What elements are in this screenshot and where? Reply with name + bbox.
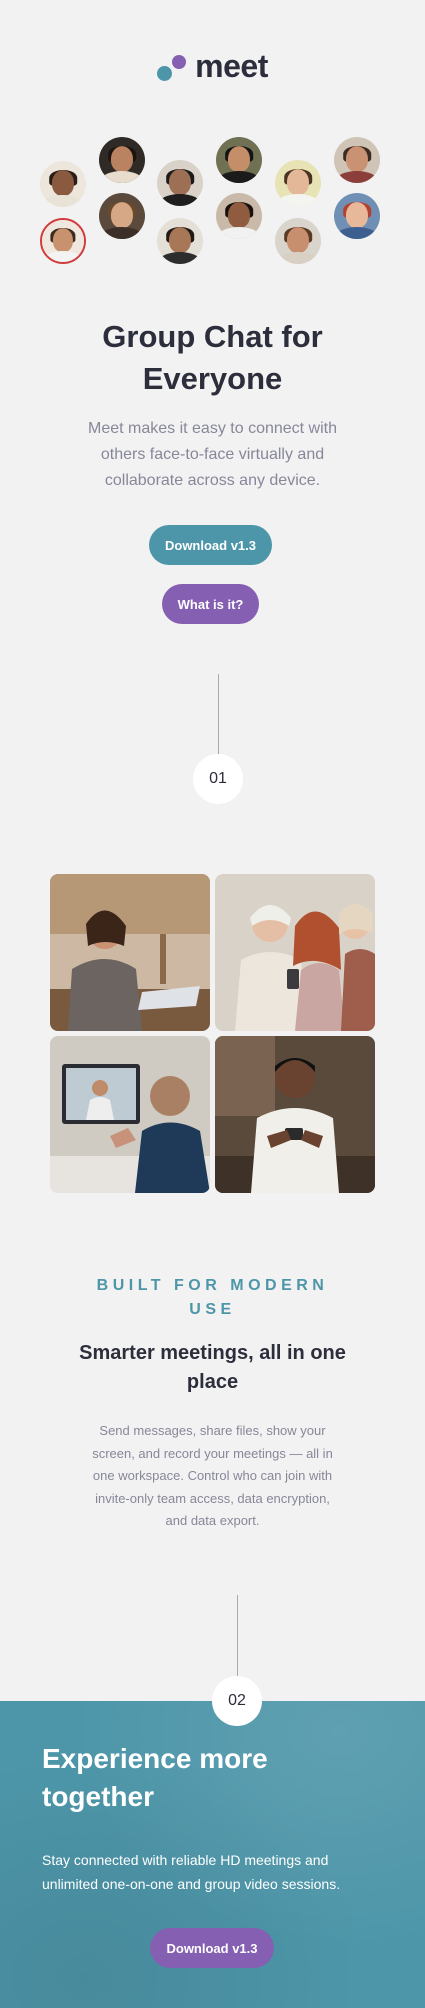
step-connector-line [237, 1595, 238, 1677]
hero-title: Group Chat for Everyone [102, 319, 323, 396]
avatar [40, 218, 86, 264]
footer-description: Stay connected with reliable HD meetings… [42, 1852, 341, 1892]
footer-title: Experience more together [42, 1743, 268, 1812]
avatar [275, 160, 321, 206]
avatar [216, 193, 262, 239]
avatar [216, 137, 262, 183]
avatar [99, 137, 145, 183]
avatar [99, 193, 145, 239]
photo-women-phone [215, 874, 375, 1031]
avatar-cluster [0, 0, 425, 270]
avatar [157, 218, 203, 264]
features-title: Smarter meetings, all in one place [79, 1342, 346, 1393]
features-description: Send messages, share files, show your sc… [92, 1423, 333, 1528]
features-eyebrow: BUILT FOR MODERN USE [96, 1277, 329, 1318]
photo-man-phone [215, 1036, 375, 1193]
hero-description: Meet makes it easy to connect with other… [88, 420, 337, 489]
avatar [334, 193, 380, 239]
photo-grid [50, 874, 375, 1194]
download-button[interactable]: Download v1.3 [149, 525, 272, 565]
photo-woman-laptop [50, 874, 210, 1031]
avatar [40, 161, 86, 207]
photo-video-call [50, 1036, 210, 1193]
avatar [157, 160, 203, 206]
footer-download-button[interactable]: Download v1.3 [150, 1928, 274, 1968]
avatar [334, 137, 380, 183]
avatar [275, 218, 321, 264]
step-badge-02: 02 [212, 1676, 262, 1726]
step-badge-01: 01 [193, 754, 243, 804]
what-is-it-button[interactable]: What is it? [162, 584, 259, 624]
step-connector-line [218, 674, 219, 754]
